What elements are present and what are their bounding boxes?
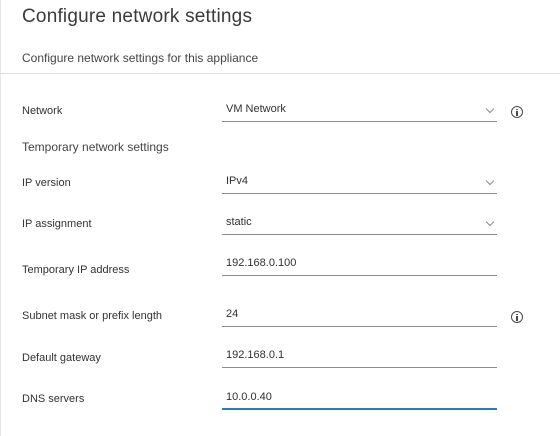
- gateway-input-value: 192.168.0.1: [226, 349, 285, 361]
- gateway-label: Default gateway: [22, 352, 101, 364]
- info-icon[interactable]: [511, 311, 523, 323]
- dns-label: DNS servers: [22, 393, 85, 405]
- dns-input-value: 10.0.0.40: [226, 391, 272, 403]
- network-label: Network: [22, 105, 63, 117]
- page-subtitle: Configure network settings for this appl…: [22, 51, 259, 65]
- ip-version-label: IP version: [22, 177, 71, 189]
- ip-version-select-value: IPv4: [226, 175, 249, 187]
- section-heading: Temporary network settings: [22, 140, 169, 154]
- temp-ip-label: Temporary IP address: [22, 264, 130, 276]
- network-select[interactable]: VM Network: [222, 100, 497, 122]
- subnet-input-value: 24: [226, 308, 239, 320]
- page-title: Configure network settings: [22, 6, 253, 27]
- left-border: [0, 0, 1, 436]
- header-divider: [0, 73, 560, 74]
- ip-assignment-select[interactable]: static: [222, 213, 497, 235]
- ip-assignment-label: IP assignment: [22, 218, 92, 230]
- network-select-value: VM Network: [226, 103, 286, 115]
- temp-ip-input-value: 192.168.0.100: [226, 257, 297, 269]
- subnet-label: Subnet mask or prefix length: [22, 310, 163, 322]
- ip-version-select[interactable]: IPv4: [222, 172, 497, 194]
- chevron-down-icon: [485, 176, 495, 186]
- ip-assignment-select-value: static: [226, 216, 252, 228]
- temp-ip-input[interactable]: 192.168.0.100: [222, 254, 497, 276]
- dns-input[interactable]: 10.0.0.40: [222, 388, 497, 410]
- gateway-input[interactable]: 192.168.0.1: [222, 346, 497, 368]
- subnet-input[interactable]: 24: [222, 305, 497, 327]
- chevron-down-icon: [485, 104, 495, 114]
- info-icon[interactable]: [511, 106, 523, 118]
- chevron-down-icon: [485, 217, 495, 227]
